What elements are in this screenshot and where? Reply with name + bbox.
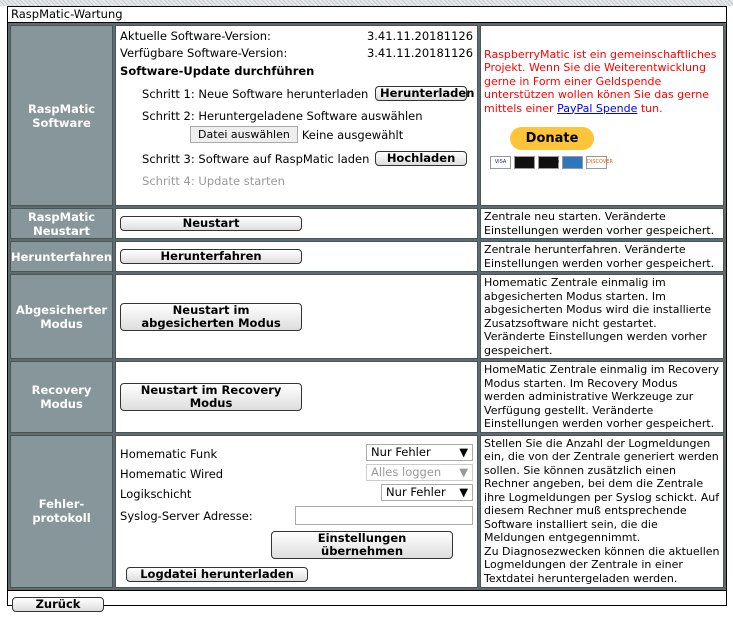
restart-description: Zentrale neu starten. Veränderte Einstel…: [480, 208, 724, 239]
safemode-label: Abgesicherter Modus: [10, 274, 114, 359]
available-version-value: 3.41.11.20181126: [366, 46, 474, 60]
shutdown-label: Herunterfahren: [10, 241, 114, 272]
restart-button[interactable]: Neustart: [120, 216, 303, 231]
donate-button[interactable]: Donate: [510, 127, 595, 151]
download-log-button[interactable]: Logdatei herunterladen: [126, 566, 309, 582]
software-label: RaspMatic Software: [10, 25, 114, 206]
update-heading: Software-Update durchführen: [120, 64, 315, 78]
maintenance-table: RaspMatic Software Aktuelle Software-Ver…: [8, 23, 726, 590]
visa-card-icon: VISA: [490, 156, 512, 170]
funk-select[interactable]: Nur Fehler ▼: [366, 443, 474, 461]
chevron-down-icon: ▼: [459, 464, 469, 479]
shutdown-button[interactable]: Herunterfahren: [120, 249, 303, 264]
syslog-input[interactable]: [295, 505, 474, 525]
step3-label: Schritt 3: Software auf RaspMatic laden: [142, 151, 370, 166]
recovery-button[interactable]: Neustart im Recovery Modus: [120, 382, 303, 411]
wired-label: Homematic Wired: [120, 466, 224, 481]
donate-suffix: tun.: [637, 101, 663, 115]
safemode-button[interactable]: Neustart im abgesicherten Modus: [120, 302, 303, 331]
maestro-icon: Maestro: [538, 156, 559, 170]
wired-select: Alles loggen ▼: [366, 463, 474, 481]
funk-label: Homematic Funk: [120, 446, 218, 461]
back-button[interactable]: Zurück: [12, 596, 104, 612]
log-label: Fehler-protokoll: [10, 434, 114, 588]
current-version-value: 3.41.11.20181126: [366, 29, 474, 43]
software-row: RaspMatic Software Aktuelle Software-Ver…: [10, 25, 724, 206]
shutdown-description: Zentrale herunterfahren. Veränderte Eins…: [480, 241, 724, 272]
log-description-2: Zu Diagnosezwecken können die aktuellen …: [484, 544, 720, 585]
recovery-label: Recovery Modus: [10, 361, 114, 433]
logic-label: Logikschicht: [120, 486, 192, 501]
syslog-label: Syslog-Server Adresse:: [120, 508, 253, 523]
apply-settings-button[interactable]: Einstellungen übernehmen: [271, 530, 454, 559]
mastercard-icon: MC: [514, 156, 536, 170]
choose-file-button[interactable]: Datei auswählen: [190, 126, 298, 143]
maintenance-window: RaspMatic-Wartung RaspMatic Software Akt…: [7, 6, 727, 612]
step2-label: Schritt 2: Heruntergeladene Software aus…: [142, 109, 423, 123]
download-software-button[interactable]: Herunterladen: [375, 86, 474, 101]
restart-label: RaspMatic Neustart: [10, 208, 114, 239]
chevron-down-icon: ▼: [459, 484, 469, 499]
available-version-label: Verfügbare Software-Version:: [120, 46, 288, 60]
upload-button[interactable]: Hochladen: [375, 151, 468, 166]
paypal-link[interactable]: PayPal Spende: [557, 102, 637, 115]
chevron-down-icon: ▼: [459, 444, 469, 459]
recovery-description: HomeMatic Zentrale einmalig im Recovery …: [480, 361, 724, 433]
window-title: RaspMatic-Wartung: [8, 7, 726, 23]
current-version-label: Aktuelle Software-Version:: [120, 29, 271, 43]
safemode-description: Homematic Zentrale einmalig im abgesiche…: [480, 274, 724, 359]
step1-label: Schritt 1: Neue Software herunterladen: [142, 86, 369, 101]
discover-icon: DISCOVER: [586, 156, 613, 170]
log-description: Stellen Sie die Anzahl der Logmeldungen …: [484, 436, 720, 545]
logic-select[interactable]: Nur Fehler ▼: [381, 483, 474, 501]
amex-icon: AMEX: [562, 156, 584, 170]
file-status: Keine ausgewählt: [301, 127, 404, 142]
step4-label: Schritt 4: Update starten: [142, 174, 285, 188]
